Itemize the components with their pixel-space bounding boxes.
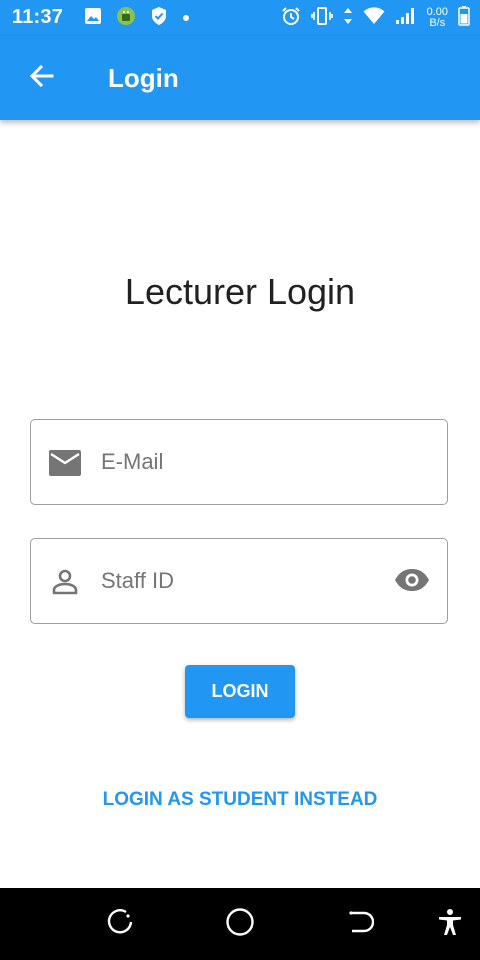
wifi-icon — [363, 6, 385, 30]
email-field[interactable] — [30, 419, 448, 505]
person-icon — [49, 566, 81, 598]
arrow-back-icon — [29, 63, 55, 94]
dot-icon — [182, 9, 190, 27]
login-screen: 11:37 0.00 B/s Login Lecturer Login E-Ma… — [0, 0, 480, 960]
vibrate-icon — [310, 6, 333, 31]
back-button[interactable] — [22, 58, 62, 98]
signal-icon — [395, 7, 417, 30]
staff-id-input[interactable] — [101, 561, 381, 601]
status-system-icons: 0.00 B/s — [281, 5, 470, 31]
home-button[interactable] — [222, 907, 258, 942]
visibility-icon — [394, 568, 430, 597]
accessibility-icon — [436, 908, 464, 941]
status-time: 11:37 — [12, 6, 64, 28]
navigation-bar — [0, 888, 480, 960]
network-speed-unit: B/s — [429, 17, 446, 29]
accessibility-button[interactable] — [432, 908, 468, 940]
android-icon — [116, 6, 136, 31]
image-icon — [84, 7, 102, 30]
page-title: Lecturer Login — [124, 271, 356, 312]
network-speed: 0.00 B/s — [427, 7, 448, 29]
app-bar-title: Login — [108, 63, 179, 93]
battery-icon — [458, 5, 470, 31]
recents-icon — [106, 908, 134, 941]
status-bar: 11:37 0.00 B/s — [0, 0, 480, 36]
back-icon — [346, 908, 375, 941]
alarm-icon — [281, 6, 301, 31]
data-arrows-icon — [343, 6, 353, 31]
home-icon — [225, 907, 255, 942]
login-as-student-link[interactable]: LOGIN AS STUDENT INSTEAD — [0, 788, 480, 812]
recents-button[interactable] — [102, 908, 138, 940]
status-notification-icons — [84, 6, 190, 31]
visibility-toggle[interactable] — [393, 564, 431, 600]
staff-id-field[interactable] — [30, 538, 448, 624]
login-button[interactable]: LOGIN — [185, 665, 295, 718]
app-bar: Login — [0, 36, 480, 120]
mail-icon — [49, 447, 81, 479]
system-back-button[interactable] — [342, 908, 378, 940]
shield-icon — [150, 6, 168, 31]
email-input[interactable] — [101, 442, 381, 482]
